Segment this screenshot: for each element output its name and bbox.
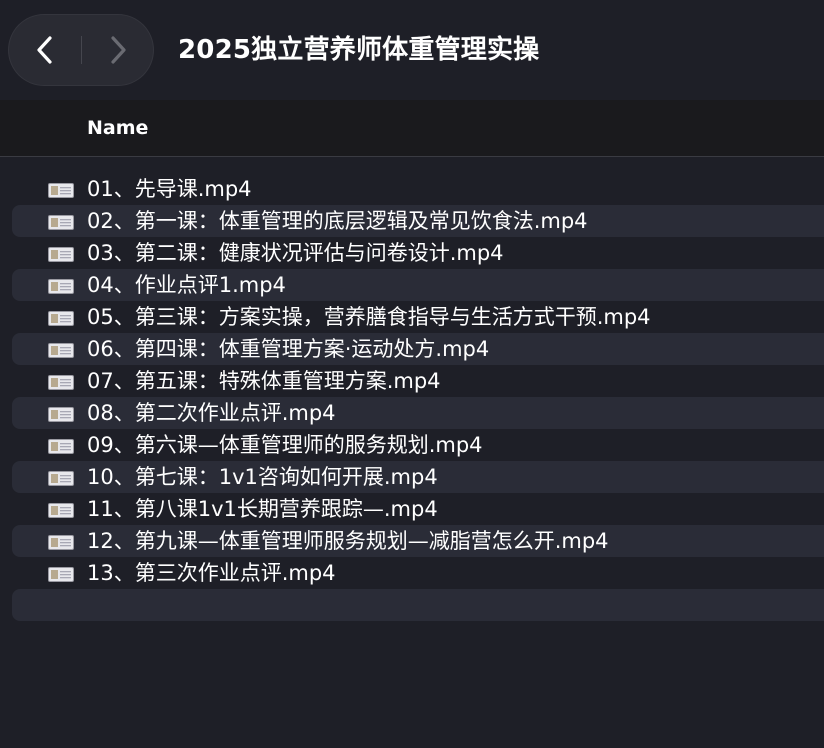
file-name: 09、第六课—体重管理师的服务规划.mp4 xyxy=(87,433,483,457)
video-file-icon xyxy=(48,439,74,454)
file-row[interactable]: 05、第三课：方案实操，营养膳食指导与生活方式干预.mp4 xyxy=(12,301,824,333)
video-file-icon xyxy=(48,311,74,326)
file-name: 07、第五课：特殊体重管理方案.mp4 xyxy=(87,369,441,393)
file-row[interactable]: 11、第八课1v1长期营养跟踪—.mp4 xyxy=(12,493,824,525)
file-name: 13、第三次作业点评.mp4 xyxy=(87,561,336,585)
file-name: 03、第二课：健康状况评估与问卷设计.mp4 xyxy=(87,241,504,265)
file-name: 08、第二次作业点评.mp4 xyxy=(87,401,336,425)
file-row[interactable]: 02、第一课：体重管理的底层逻辑及常见饮食法.mp4 xyxy=(12,205,824,237)
file-name: 04、作业点评1.mp4 xyxy=(87,273,286,297)
video-file-icon xyxy=(48,279,74,294)
file-name: 11、第八课1v1长期营养跟踪—.mp4 xyxy=(87,497,438,521)
name-column-header[interactable]: Name xyxy=(87,116,148,140)
video-file-icon xyxy=(48,343,74,358)
finder-window: 2025独立营养师体重管理实操 Name 01、先导课.mp4 02、第一课：体重… xyxy=(0,0,824,748)
file-name: 02、第一课：体重管理的底层逻辑及常见饮食法.mp4 xyxy=(87,209,588,233)
video-file-icon xyxy=(48,247,74,262)
file-list: 01、先导课.mp4 02、第一课：体重管理的底层逻辑及常见饮食法.mp4 03、第… xyxy=(0,173,824,621)
video-file-icon xyxy=(48,567,74,582)
file-name: 12、第九课—体重管理师服务规划—减脂营怎么开.mp4 xyxy=(87,529,609,553)
forward-button[interactable] xyxy=(81,14,154,86)
file-row[interactable]: 08、第二次作业点评.mp4 xyxy=(12,397,824,429)
video-file-icon xyxy=(48,471,74,486)
file-name: 05、第三课：方案实操，营养膳食指导与生活方式干预.mp4 xyxy=(87,305,651,329)
file-name: 01、先导课.mp4 xyxy=(87,177,252,201)
file-row[interactable]: 12、第九课—体重管理师服务规划—减脂营怎么开.mp4 xyxy=(12,525,824,557)
video-file-icon xyxy=(48,215,74,230)
column-header: Name xyxy=(0,100,824,157)
chevron-right-icon xyxy=(110,36,126,64)
video-file-icon xyxy=(48,503,74,518)
video-file-icon xyxy=(48,183,74,198)
file-row[interactable]: 07、第五课：特殊体重管理方案.mp4 xyxy=(12,365,824,397)
file-row[interactable]: 03、第二课：健康状况评估与问卷设计.mp4 xyxy=(12,237,824,269)
file-row[interactable]: 13、第三次作业点评.mp4 xyxy=(12,557,824,589)
navigation-controls xyxy=(8,14,154,86)
file-row[interactable]: 04、作业点评1.mp4 xyxy=(12,269,824,301)
file-name: 06、第四课：体重管理方案·运动处方.mp4 xyxy=(87,337,490,361)
video-file-icon xyxy=(48,407,74,422)
chevron-left-icon xyxy=(36,36,52,64)
back-button[interactable] xyxy=(8,14,81,86)
empty-row xyxy=(12,589,824,621)
file-name: 10、第七课：1v1咨询如何开展.mp4 xyxy=(87,465,438,489)
video-file-icon xyxy=(48,375,74,390)
window-title: 2025独立营养师体重管理实操 xyxy=(178,35,540,65)
video-file-icon xyxy=(48,535,74,550)
toolbar: 2025独立营养师体重管理实操 xyxy=(0,0,824,100)
file-row[interactable]: 09、第六课—体重管理师的服务规划.mp4 xyxy=(12,429,824,461)
file-row[interactable]: 01、先导课.mp4 xyxy=(12,173,824,205)
file-row[interactable]: 06、第四课：体重管理方案·运动处方.mp4 xyxy=(12,333,824,365)
file-row[interactable]: 10、第七课：1v1咨询如何开展.mp4 xyxy=(12,461,824,493)
